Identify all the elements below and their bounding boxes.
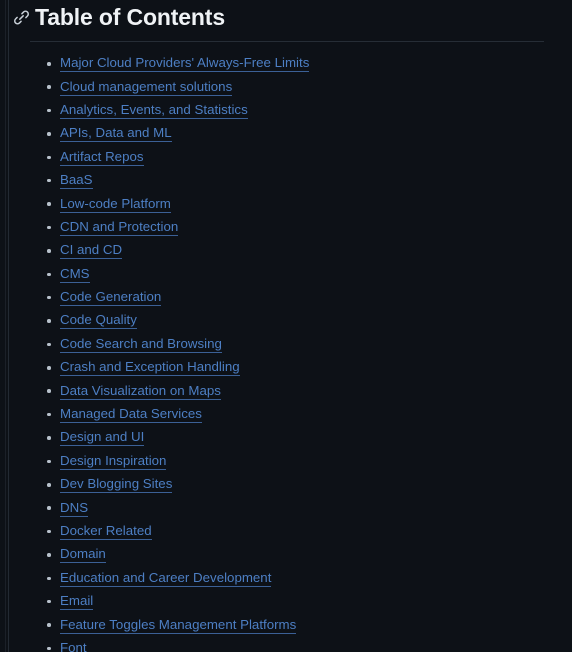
list-item: Email [0, 590, 572, 613]
toc-link[interactable]: Cloud management solutions [60, 79, 233, 96]
list-item: Domain [0, 543, 572, 566]
toc-link[interactable]: Low-code Platform [60, 196, 171, 213]
list-item: CDN and Protection [0, 216, 572, 239]
list-item: Dev Blogging Sites [0, 473, 572, 496]
list-item: Feature Toggles Management Platforms [0, 613, 572, 636]
list-item: BaaS [0, 169, 572, 192]
bullet-marker [47, 342, 51, 347]
toc-link[interactable]: Design and UI [60, 429, 145, 447]
table-of-contents-list: Major Cloud Providers' Always-Free Limit… [0, 52, 572, 652]
bullet-marker [47, 225, 51, 230]
toc-link[interactable]: Code Search and Browsing [60, 336, 222, 353]
toc-link[interactable]: CDN and Protection [60, 219, 179, 236]
list-item: Font [0, 637, 572, 652]
page-title: Table of Contents [35, 4, 225, 30]
toc-link[interactable]: Docker Related [60, 523, 152, 540]
list-item: Analytics, Events, and Statistics [0, 99, 572, 122]
link-icon[interactable] [13, 9, 30, 26]
list-item: Managed Data Services [0, 403, 572, 426]
bullet-marker [47, 62, 51, 66]
list-item: Docker Related [0, 520, 572, 543]
bullet-marker [47, 623, 51, 627]
bullet-marker [47, 132, 51, 136]
bullet-marker [47, 436, 51, 440]
list-item: Code Generation [0, 286, 572, 309]
bullet-marker [47, 483, 51, 487]
toc-link[interactable]: Data Visualization on Maps [60, 383, 221, 400]
list-item: Code Search and Browsing [0, 333, 572, 356]
bullet-marker [47, 202, 51, 206]
bullet-marker [47, 108, 51, 113]
toc-link[interactable]: Font [60, 640, 87, 652]
list-item: DNS [0, 496, 572, 519]
list-item: APIs, Data and ML [0, 122, 572, 145]
toc-link[interactable]: Feature Toggles Management Platforms [60, 617, 297, 634]
bullet-marker [47, 272, 51, 277]
heading-divider [30, 41, 544, 42]
toc-link[interactable]: Major Cloud Providers' Always-Free Limit… [60, 55, 310, 73]
toc-link[interactable]: DNS [60, 500, 89, 517]
toc-link[interactable]: CI and CD [60, 242, 123, 260]
list-item: CMS [0, 263, 572, 286]
bullet-marker [47, 249, 51, 253]
list-item: Education and Career Development [0, 567, 572, 590]
list-item: CI and CD [0, 239, 572, 262]
bullet-marker [47, 85, 51, 89]
toc-link[interactable]: Analytics, Events, and Statistics [60, 102, 248, 119]
bullet-marker [47, 178, 51, 183]
bullet-marker [47, 319, 51, 323]
bullet-marker [47, 155, 51, 160]
toc-link[interactable]: Code Generation [60, 289, 162, 307]
toc-link[interactable]: Design Inspiration [60, 453, 167, 470]
list-item: Low-code Platform [0, 192, 572, 215]
toc-link[interactable]: Managed Data Services [60, 406, 202, 424]
toc-link[interactable]: Domain [60, 546, 106, 564]
bullet-marker [47, 389, 51, 393]
toc-link[interactable]: BaaS [60, 172, 93, 190]
toc-link[interactable]: Crash and Exception Handling [60, 359, 240, 377]
bullet-marker [47, 553, 51, 557]
list-item: Data Visualization on Maps [0, 379, 572, 402]
list-item: Major Cloud Providers' Always-Free Limit… [0, 52, 572, 75]
list-item: Code Quality [0, 309, 572, 332]
table-of-contents-heading: Table of Contents [0, 0, 572, 34]
bullet-marker [47, 576, 51, 581]
list-item: Design and UI [0, 426, 572, 449]
list-item: Cloud management solutions [0, 75, 572, 98]
toc-link[interactable]: Education and Career Development [60, 570, 272, 587]
toc-link[interactable]: Dev Blogging Sites [60, 476, 173, 494]
bullet-marker [47, 529, 51, 534]
bullet-marker [47, 412, 51, 417]
toc-link[interactable]: Artifact Repos [60, 149, 144, 166]
list-item: Crash and Exception Handling [0, 356, 572, 379]
bullet-marker [47, 506, 51, 510]
list-item: Artifact Repos [0, 146, 572, 169]
readme-page: Table of Contents Major Cloud Providers'… [0, 0, 572, 652]
toc-link[interactable]: Email [60, 593, 94, 611]
content-region: Table of Contents Major Cloud Providers'… [0, 0, 572, 652]
toc-link[interactable]: Code Quality [60, 312, 137, 330]
toc-link[interactable]: CMS [60, 266, 90, 283]
bullet-marker [47, 295, 51, 300]
bullet-marker [47, 646, 51, 651]
list-item: Design Inspiration [0, 450, 572, 473]
toc-link[interactable]: APIs, Data and ML [60, 125, 172, 143]
bullet-marker [47, 366, 51, 370]
bullet-marker [47, 459, 51, 464]
bullet-marker [47, 599, 51, 604]
